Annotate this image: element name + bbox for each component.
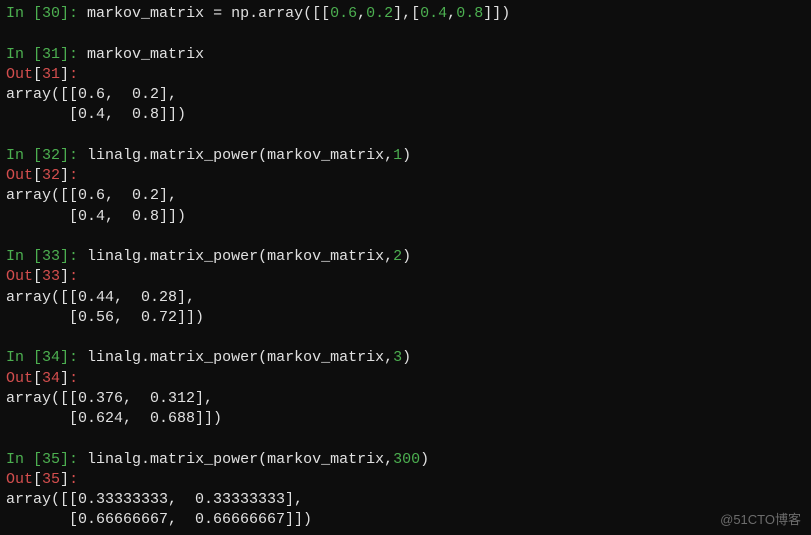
in-prompt-suffix: ]: (60, 5, 87, 22)
input-cell-30: In [30]: markov_matrix = np.array([[0.6,… (6, 4, 805, 24)
input-cell-35: In [35]: linalg.matrix_power(markov_matr… (6, 450, 805, 470)
out-prompt-number: 35 (42, 471, 60, 488)
output-line-34-1: [0.624, 0.688]]) (6, 409, 805, 429)
in-prompt-label: In [ (6, 451, 42, 468)
in-prompt-label: In [ (6, 5, 42, 22)
out-prompt-number: 33 (42, 268, 60, 285)
input-cell-32: In [32]: linalg.matrix_power(markov_matr… (6, 146, 805, 166)
output-line-31-0: array([[0.6, 0.2], (6, 85, 805, 105)
out-prompt-number: 31 (42, 66, 60, 83)
in-prompt-label: In [ (6, 248, 42, 265)
in-prompt-number: 30 (42, 5, 60, 22)
blank-line (6, 429, 805, 449)
blank-line (6, 227, 805, 247)
in-prompt-number: 35 (42, 451, 60, 468)
in-prompt-number: 33 (42, 248, 60, 265)
in-prompt-number: 31 (42, 46, 60, 63)
ipython-terminal[interactable]: In [30]: markov_matrix = np.array([[0.6,… (6, 4, 805, 531)
blank-line (6, 328, 805, 348)
output-line-33-0: array([[0.44, 0.28], (6, 288, 805, 308)
out-prompt-number: 32 (42, 167, 60, 184)
input-cell-31: In [31]: markov_matrix (6, 45, 805, 65)
input-cell-33: In [33]: linalg.matrix_power(markov_matr… (6, 247, 805, 267)
in-prompt-label: In [ (6, 147, 42, 164)
out-prompt-label: Out (6, 66, 33, 83)
in-prompt-label: In [ (6, 349, 42, 366)
blank-line (6, 126, 805, 146)
blank-line (6, 24, 805, 44)
in-prompt-suffix: ]: (60, 147, 87, 164)
output-line-35-1: [0.66666667, 0.66666667]]) (6, 510, 805, 530)
output-label-35: Out[35]: (6, 470, 805, 490)
in-prompt-suffix: ]: (60, 248, 87, 265)
out-prompt-label: Out (6, 370, 33, 387)
output-line-32-0: array([[0.6, 0.2], (6, 186, 805, 206)
out-prompt-label: Out (6, 471, 33, 488)
output-label-32: Out[32]: (6, 166, 805, 186)
output-line-32-1: [0.4, 0.8]]) (6, 207, 805, 227)
output-line-35-0: array([[0.33333333, 0.33333333], (6, 490, 805, 510)
input-cell-34: In [34]: linalg.matrix_power(markov_matr… (6, 348, 805, 368)
output-line-34-0: array([[0.376, 0.312], (6, 389, 805, 409)
out-prompt-label: Out (6, 167, 33, 184)
output-label-31: Out[31]: (6, 65, 805, 85)
in-prompt-label: In [ (6, 46, 42, 63)
watermark-label: @51CTO博客 (720, 511, 801, 529)
output-label-33: Out[33]: (6, 267, 805, 287)
output-line-33-1: [0.56, 0.72]]) (6, 308, 805, 328)
output-label-34: Out[34]: (6, 369, 805, 389)
in-prompt-suffix: ]: (60, 349, 87, 366)
in-prompt-number: 32 (42, 147, 60, 164)
out-prompt-label: Out (6, 268, 33, 285)
out-prompt-number: 34 (42, 370, 60, 387)
output-line-31-1: [0.4, 0.8]]) (6, 105, 805, 125)
in-prompt-suffix: ]: (60, 451, 87, 468)
in-prompt-number: 34 (42, 349, 60, 366)
in-prompt-suffix: ]: (60, 46, 87, 63)
